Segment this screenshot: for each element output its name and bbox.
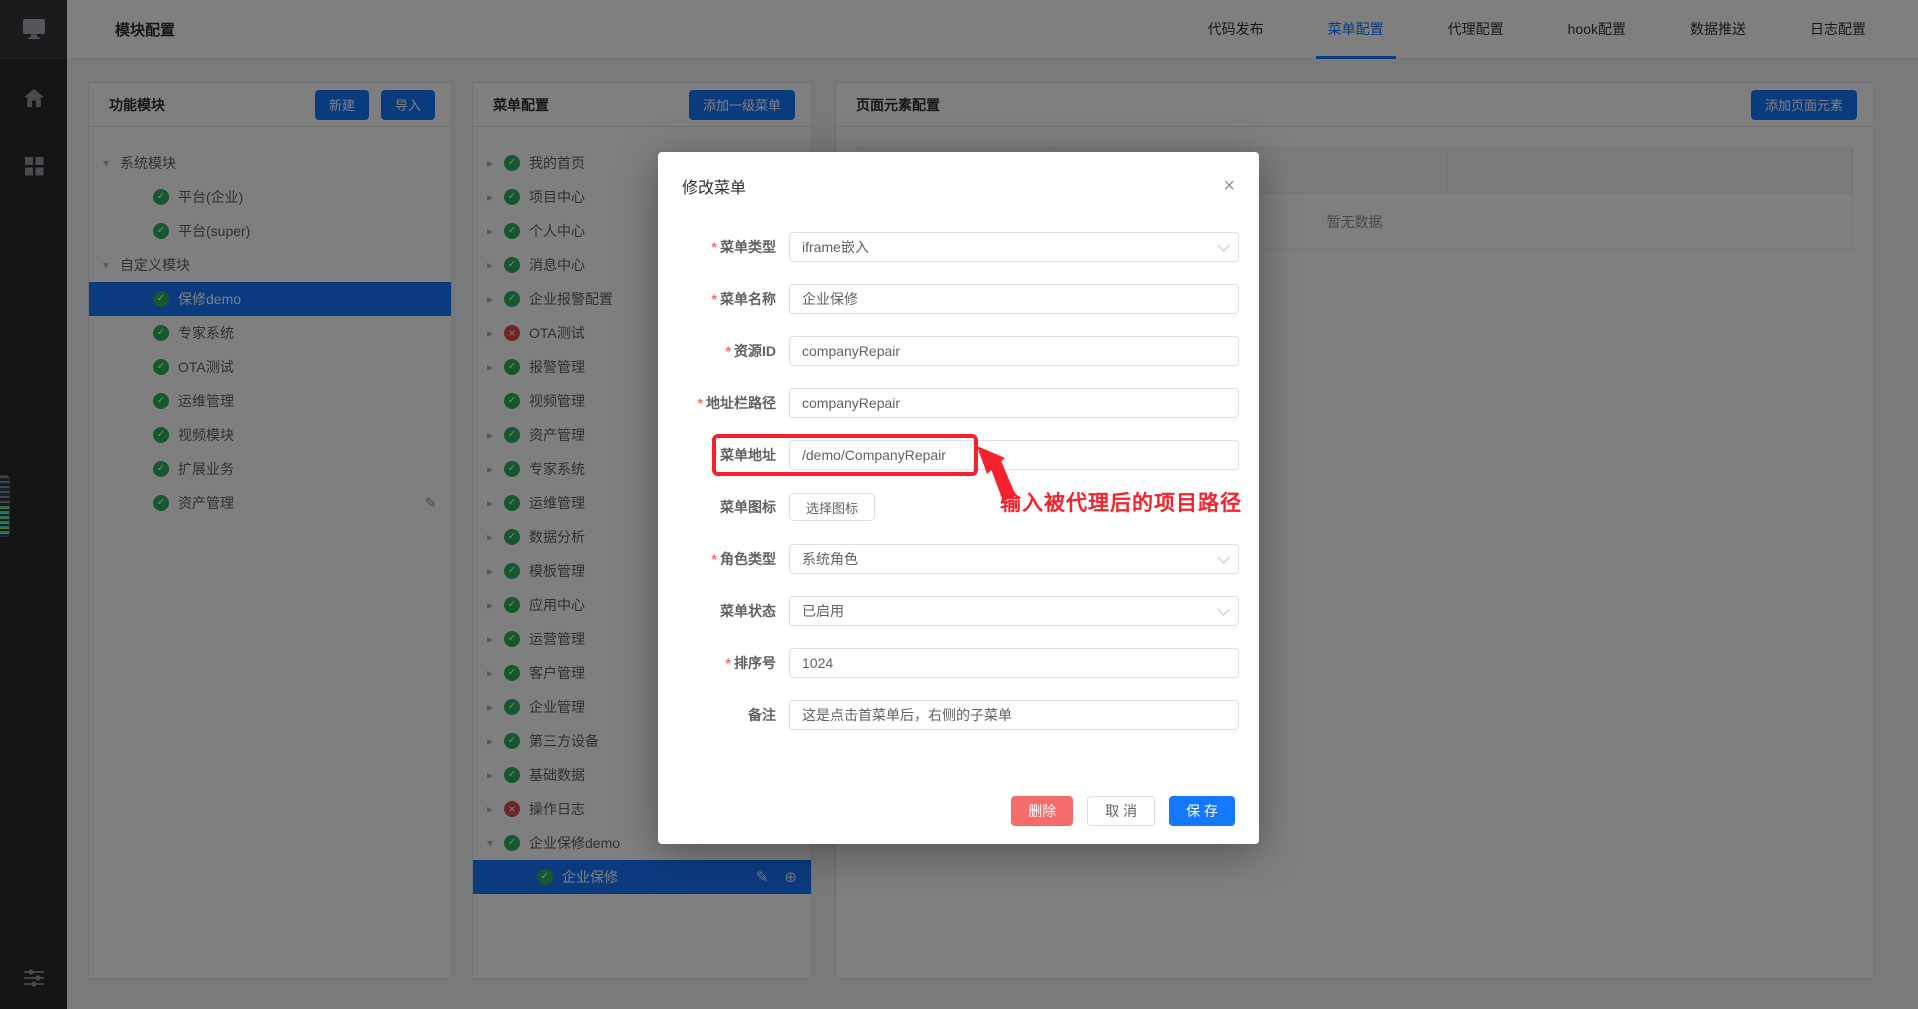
select-value: 系统角色 xyxy=(802,549,858,569)
select-value: iframe嵌入 xyxy=(802,237,869,257)
field-label: *菜单名称 xyxy=(658,289,776,309)
field-label-text: 备注 xyxy=(748,707,776,723)
field-label: *资源ID xyxy=(658,341,776,361)
chevron-down-icon xyxy=(1217,603,1230,616)
text-input[interactable] xyxy=(789,284,1239,314)
text-input[interactable] xyxy=(789,700,1239,730)
required-asterisk: * xyxy=(712,239,717,255)
field-label-text: 菜单地址 xyxy=(720,447,776,463)
required-asterisk: * xyxy=(712,291,717,307)
form-row: *备注 这是点击首菜单后，右侧的子菜单 这是点击首菜单后，右侧的子菜单 xyxy=(658,700,1259,730)
field-label-text: 地址栏路径 xyxy=(706,395,776,411)
select-field[interactable]: 系统角色 xyxy=(789,544,1239,574)
form-row: *角色类型 系统角色 系统角色 xyxy=(658,544,1259,574)
choose-icon-label: 选择图标 xyxy=(806,501,858,516)
field-label-text: 菜单图标 xyxy=(720,499,776,515)
required-asterisk: * xyxy=(726,343,731,359)
form-row: *菜单名称 企业保修 企业保修 xyxy=(658,284,1259,314)
button-label: 保 存 xyxy=(1186,803,1218,819)
chevron-down-icon xyxy=(1217,239,1230,252)
field-label: *菜单图标 xyxy=(658,497,776,517)
required-asterisk: * xyxy=(726,655,731,671)
text-input[interactable] xyxy=(789,440,1239,470)
choose-icon-button[interactable]: 选择图标 xyxy=(789,493,875,521)
text-input[interactable] xyxy=(789,648,1239,678)
required-asterisk: * xyxy=(712,447,717,463)
modal-title: 修改菜单 xyxy=(682,174,746,198)
modal-footer-button[interactable]: 保 存 xyxy=(1169,796,1235,826)
field-label-text: 菜单状态 xyxy=(720,603,776,619)
form-row: *菜单图标 选择图标 选择图标 xyxy=(658,492,1259,522)
modal-footer-button[interactable]: 取 消 xyxy=(1087,796,1155,826)
modal-footer: 删除 取 消 保 存 xyxy=(1011,796,1235,826)
chevron-down-icon xyxy=(1217,551,1230,564)
field-label: *地址栏路径 xyxy=(658,393,776,413)
button-label: 删除 xyxy=(1028,803,1056,819)
app-root: 模块配置 代码发布 菜单配置 代理配置 hook配置 数据推送 日志配置 xyxy=(0,0,1918,1009)
form-row: *菜单地址 /demo/CompanyRepair /demo/CompanyR… xyxy=(658,440,1259,470)
form-row: *菜单类型 iframe嵌入 iframe嵌入 xyxy=(658,232,1259,262)
field-label-text: 排序号 xyxy=(734,655,776,671)
select-value: 已启用 xyxy=(802,601,844,621)
modal-footer-button[interactable]: 删除 xyxy=(1011,796,1073,826)
field-label-text: 菜单名称 xyxy=(720,291,776,307)
form-row: *资源ID companyRepair companyRepair xyxy=(658,336,1259,366)
text-input[interactable] xyxy=(789,336,1239,366)
field-label: *排序号 xyxy=(658,653,776,673)
required-asterisk: * xyxy=(712,551,717,567)
field-label-text: 资源ID xyxy=(734,343,776,359)
edit-menu-modal: 修改菜单 *菜单类型 iframe嵌入 iframe嵌入 *菜单名称 企业保修 xyxy=(658,152,1259,844)
close-icon[interactable] xyxy=(1223,176,1235,196)
field-label: *菜单类型 xyxy=(658,237,776,257)
field-label: *菜单地址 xyxy=(658,445,776,465)
field-label: *角色类型 xyxy=(658,549,776,569)
form-row: *排序号 1024 1024 xyxy=(658,648,1259,678)
field-label-text: 菜单类型 xyxy=(720,239,776,255)
text-input[interactable] xyxy=(789,388,1239,418)
field-label-text: 角色类型 xyxy=(720,551,776,567)
edit-menu-form: *菜单类型 iframe嵌入 iframe嵌入 *菜单名称 企业保修 企业保修 xyxy=(658,232,1259,752)
select-field[interactable]: 已启用 xyxy=(789,596,1239,626)
select-field[interactable]: iframe嵌入 xyxy=(789,232,1239,262)
field-label: *备注 xyxy=(658,705,776,725)
button-label: 取 消 xyxy=(1105,803,1137,819)
form-row: *地址栏路径 companyRepair companyRepair xyxy=(658,388,1259,418)
field-label: *菜单状态 xyxy=(658,601,776,621)
required-asterisk: * xyxy=(698,395,703,411)
form-row: *菜单状态 已启用 已启用 xyxy=(658,596,1259,626)
